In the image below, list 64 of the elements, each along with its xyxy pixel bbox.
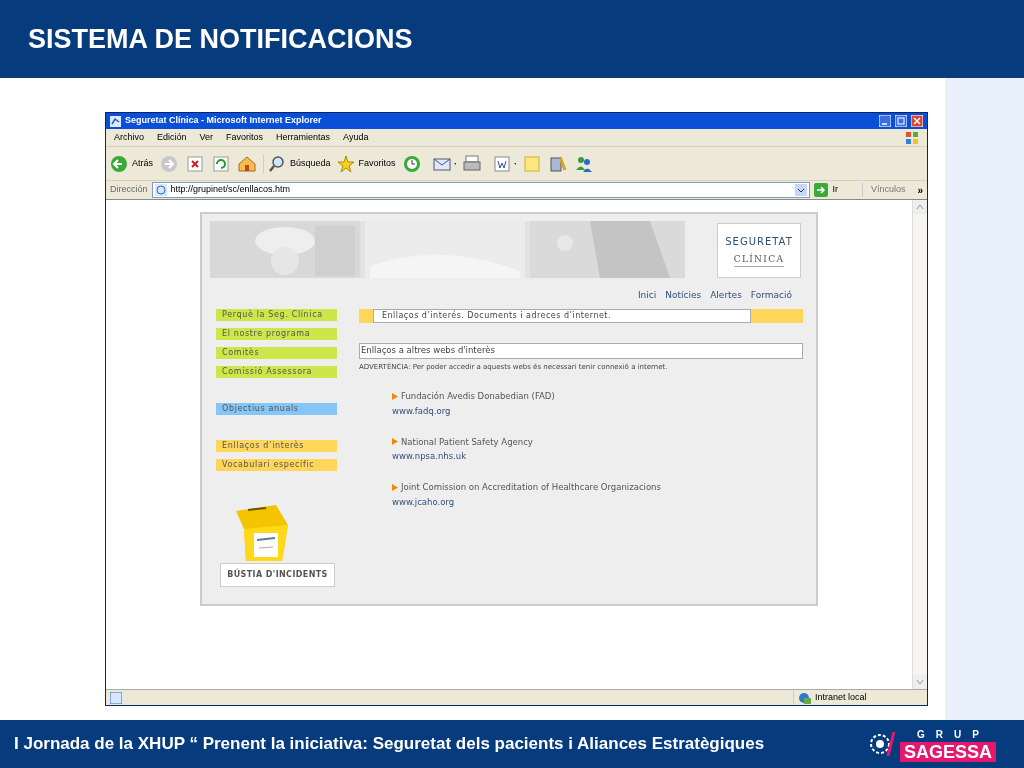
website-link[interactable]: www.npsa.nhs.uk <box>392 450 803 463</box>
more-links-button[interactable]: » <box>909 182 923 198</box>
printer-icon[interactable] <box>461 153 482 174</box>
history-icon[interactable] <box>401 153 422 174</box>
side-menu-item[interactable]: Vocabulari específic <box>216 458 337 471</box>
links-label[interactable]: Vínculos <box>861 183 906 197</box>
page-heading: Enllaços d’interés. Documents i adreces d’internet. <box>373 308 751 323</box>
favorites-button[interactable]: Favoritos <box>336 154 396 173</box>
dropdown-icon[interactable] <box>795 184 808 196</box>
arrow-icon <box>392 392 398 400</box>
link-name: Fundación Avedis Donabedian (FAD) <box>401 390 555 403</box>
scroll-down-icon[interactable] <box>913 675 927 689</box>
website-link[interactable]: www.jcaho.org <box>392 495 803 509</box>
maximize-icon[interactable] <box>895 115 907 127</box>
side-menu-item[interactable]: Enllaços d’interès <box>216 439 337 452</box>
slide-title: SISTEMA DE NOTIFICACIONS <box>28 22 413 56</box>
link-name: Joint Comission on Accreditation of Healthcare Organizacions <box>401 481 661 494</box>
nav-link[interactable]: Alertes <box>710 289 742 303</box>
menu-item[interactable]: Edición <box>157 130 187 145</box>
arrow-icon <box>392 483 398 491</box>
address-field[interactable]: http://grupinet/sc/enllacos.htm <box>151 182 811 198</box>
logo-icon <box>867 732 896 756</box>
page-icon <box>110 691 122 704</box>
mailbox-button[interactable]: BÚSTIA D'INCIDENTS <box>220 562 335 587</box>
back-button[interactable]: Atrás <box>110 154 153 173</box>
network-icon <box>798 691 811 704</box>
menu-item[interactable]: Herramientas <box>276 130 331 145</box>
menu-item[interactable]: Favoritos <box>226 130 264 145</box>
side-menu-item[interactable]: El nostre programa <box>216 327 337 340</box>
nav-link[interactable]: Formació <box>750 289 792 303</box>
search-icon <box>268 154 286 173</box>
star-icon <box>336 154 355 173</box>
menu-item[interactable]: Ayuda <box>343 130 369 145</box>
menu-item[interactable]: Ver <box>199 130 214 145</box>
side-menu-item[interactable]: Perquè la Seg. Clínica <box>216 308 337 321</box>
go-arrow-icon <box>814 183 829 197</box>
close-icon[interactable] <box>911 115 923 127</box>
section-title: Enllaços a altres webs d'interès <box>359 342 803 359</box>
side-menu-item[interactable]: Comitès <box>216 346 337 359</box>
nav-link[interactable]: Notícies <box>665 289 702 303</box>
nav-link[interactable]: Inici <box>637 289 657 303</box>
logo-text: CLÍNICA <box>733 252 785 268</box>
arrow-icon <box>392 438 398 446</box>
stop-icon[interactable] <box>185 153 205 174</box>
logo-text: SEGURETAT <box>725 234 793 249</box>
menu-item[interactable]: Archivo <box>114 130 144 145</box>
browser-icon <box>110 115 121 127</box>
logo-subtitle: GRUP <box>916 727 990 742</box>
footer-text: I Jornada de la XHUP “ Prenent la iniciativa: Seguretat dels pacients i Aliances Estratègiques <box>14 733 766 756</box>
minimize-icon[interactable] <box>879 115 891 127</box>
website-link[interactable]: www.fadq.org <box>392 404 803 418</box>
side-menu-item[interactable]: Objectius anuals <box>216 402 337 415</box>
refresh-icon[interactable] <box>211 153 231 174</box>
page-icon <box>154 184 167 196</box>
search-button[interactable]: Búsqueda <box>263 154 331 173</box>
go-button[interactable]: Ir <box>814 183 858 197</box>
link-name: National Patient Safety Agency <box>401 435 533 449</box>
windows-logo-icon <box>905 130 919 145</box>
sagessa-logo: SAGESSA <box>899 741 996 762</box>
window-title: Seguretat Clínica - Microsoft Internet Explorer <box>125 114 323 128</box>
status-text: Intranet local <box>815 690 867 704</box>
side-menu-item[interactable]: Comissió Assessora <box>216 365 337 378</box>
address-label: Dirección <box>110 183 148 197</box>
scroll-up-icon[interactable] <box>913 200 927 214</box>
